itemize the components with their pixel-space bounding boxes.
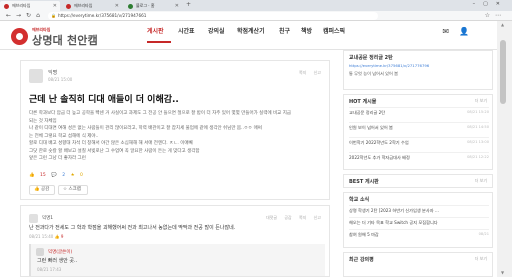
list-item[interactable]: 참여 원해 5 마감 08/21 bbox=[349, 229, 489, 239]
notice-link[interactable]: https://everytime.kr/375681/v/271776796 bbox=[349, 63, 489, 68]
lock-icon: 🔒 bbox=[51, 13, 56, 18]
comment-actions: 대댓글 공감 쪽지 신고 bbox=[266, 215, 321, 221]
favicon-icon bbox=[128, 4, 133, 9]
tab-label: 에브리타임 bbox=[12, 3, 31, 8]
scrap-button[interactable]: ☆ 스크랩 bbox=[58, 185, 88, 195]
post-body: 다른 학과보다 압금 더 높고 공학을 빡센 거 사실이고 과제도 그 전공 안… bbox=[29, 110, 329, 163]
more-link[interactable]: 더 보기 bbox=[475, 256, 487, 262]
school-news-box: 학교 소식 상명 학생기 2탄 [2023 하반기 신가입생 분사자 ... 해… bbox=[343, 192, 493, 248]
comment-like-button[interactable]: 공감 bbox=[284, 215, 291, 220]
favicon-icon bbox=[4, 4, 9, 9]
url-text: https://everytime.kr/375681/v/271947661 bbox=[58, 13, 147, 18]
browser-tab[interactable]: 에브리타임 ✕ bbox=[0, 1, 60, 11]
report-button[interactable]: 신고 bbox=[314, 70, 321, 75]
comment-text: 난 전과다가 전세도 그 학과 학점을 괴해했어써 전과 최고나서 농없는데 딱… bbox=[29, 225, 236, 231]
best-title[interactable]: BEST 게시판 bbox=[349, 178, 379, 185]
like-button[interactable]: 👍 공감 bbox=[29, 185, 55, 195]
comment-count: 💬 2 bbox=[51, 173, 66, 178]
hot-title: HOT 게시물 bbox=[349, 99, 377, 105]
url-field[interactable]: 🔒 https://everytime.kr/375681/v/27194766… bbox=[48, 12, 378, 20]
post-title: 근데 난 솔직히 디대 애들이 더 이해감.. bbox=[29, 95, 179, 105]
more-link[interactable]: 더 보기 bbox=[475, 98, 487, 104]
post-date: 08/21 15:00 bbox=[48, 77, 73, 82]
avatar bbox=[29, 214, 38, 223]
nav-campus-pick[interactable]: 캠퍼스픽 bbox=[323, 26, 345, 35]
close-tab-icon[interactable]: ✕ bbox=[53, 1, 57, 11]
list-item[interactable]: 2022학년도 추가 학자금대사 배정 08/21 12:22 bbox=[349, 152, 489, 162]
message-button[interactable]: 쪽지 bbox=[299, 70, 306, 75]
post-body-line: 나 같이 디대면 여해 성은 없는 사람들이 관리 많이요라고, 학력 배관이고… bbox=[29, 126, 262, 131]
address-bar-row: ←→↻⌂ 🔒 https://everytime.kr/375681/v/271… bbox=[0, 11, 512, 21]
school-name[interactable]: 상명대 천안캠 bbox=[32, 32, 98, 48]
close-tab-icon[interactable]: ✕ bbox=[115, 1, 119, 11]
post-author: 익명 bbox=[48, 70, 58, 76]
post-body-line: 는 전체 그렇요 학교 섭해에 식 제야.. bbox=[29, 133, 99, 139]
list-item[interactable]: 인원 보이 넘어서 있어 봄 08/21 14:50 bbox=[349, 122, 489, 132]
like-count: 👍 15 bbox=[29, 173, 46, 178]
list-item[interactable]: 이번학기 2022학년도 2학기 수업 08/21 13:00 bbox=[349, 137, 489, 147]
tab-label: 블로그 · 홈 bbox=[136, 3, 155, 8]
nav-friends[interactable]: 친구 bbox=[279, 26, 290, 35]
site-header: 에브리타임 상명대 천안캠 게시판 시간표 강의실 학점계산기 친구 책방 캠퍼… bbox=[0, 21, 497, 50]
comment-section: 익명1 대댓글 공감 쪽지 신고 난 전과다가 전세도 그 학과 학점을 괴해했… bbox=[20, 205, 330, 277]
list-item[interactable]: 해오는 더 기타 목표 학교 Switch 공지 모집합니다 bbox=[349, 217, 489, 227]
reply-date: 08/21 17:43 bbox=[37, 267, 62, 272]
reply-comment: 익명(글쓴이) 그런 빠러 생안 곳.. 08/21 17:43 bbox=[29, 244, 325, 276]
scrap-count: ★ 0 bbox=[70, 173, 83, 178]
recent-reviews-box: 최근 강의평 더 보기 bbox=[343, 252, 493, 277]
recent-reviews-title[interactable]: 최근 강의평 bbox=[349, 256, 374, 263]
nav-board[interactable]: 게시판 bbox=[147, 26, 164, 35]
notice-title[interactable]: 교내공문 정리글 2탄 bbox=[349, 54, 393, 61]
comment-author: 익명1 bbox=[42, 216, 54, 221]
scrollbar-thumb[interactable] bbox=[500, 40, 506, 104]
header-icons[interactable]: ✉👤 bbox=[442, 27, 479, 36]
window-controls[interactable]: –▢✕ bbox=[473, 1, 508, 7]
notice-text: 통 무엇 능이 넘어서 있어 봄 bbox=[349, 71, 399, 76]
active-nav-indicator bbox=[147, 41, 171, 43]
list-item[interactable]: 상명 학생기 2탄 [2023 하반기 신가입생 분사자 ... bbox=[349, 205, 489, 215]
post-card: 익명 08/21 15:00 쪽지 신고 근데 난 솔직히 디대 애들이 더 이… bbox=[20, 60, 330, 200]
more-link[interactable]: 더 보기 bbox=[475, 178, 487, 184]
favicon-icon bbox=[66, 4, 71, 9]
message-button[interactable]: 쪽지 bbox=[299, 215, 306, 220]
close-tab-icon[interactable]: ✕ bbox=[175, 1, 179, 11]
post-body-line: 앞은 그런 그냥 더 좋자라 그런 bbox=[29, 156, 86, 161]
reply-button[interactable]: 대댓글 bbox=[266, 215, 277, 220]
nav-timetable[interactable]: 시간표 bbox=[178, 26, 195, 35]
reply-author: 익명(글쓴이) bbox=[48, 250, 73, 255]
logo-icon[interactable] bbox=[11, 28, 28, 45]
nav-lecture[interactable]: 강의실 bbox=[208, 26, 225, 35]
post-stats: 👍 15 💬 2 ★ 0 bbox=[29, 173, 83, 178]
new-tab-icon[interactable]: + bbox=[186, 1, 191, 8]
post-body-line: 다른 학과보다 압금 더 높고 공학을 빡센 거 사실이고 과제도 그 전공 안… bbox=[29, 111, 292, 116]
navigation-icons[interactable]: ←→↻⌂ bbox=[6, 12, 45, 19]
scroll-down-icon[interactable]: ▼ bbox=[501, 270, 504, 275]
nav-grade-calc[interactable]: 학점계산기 bbox=[237, 26, 265, 35]
browser-tab[interactable]: 블로그 · 홈 ✕ bbox=[124, 1, 182, 11]
list-item[interactable]: 교내공문 정리글 2탄 08/21 15:20 bbox=[349, 107, 489, 117]
avatar bbox=[29, 69, 43, 83]
school-news-title: 학교 소식 bbox=[349, 197, 370, 203]
reply-text: 그런 빠러 생안 곳.. bbox=[37, 258, 78, 264]
post-body-line: 할로 디대 배고 성향대 차석 더 창해서 야간 않은 소심해해 해 서애 전엔… bbox=[29, 141, 193, 146]
report-button[interactable]: 신고 bbox=[314, 215, 321, 220]
hot-posts-box: HOT 게시물 더 보기 교내공문 정리글 2탄 08/21 15:20 인원 보… bbox=[343, 94, 493, 170]
browser-tab-bar: 에브리타임 ✕ 에브리타임 ✕ 블로그 · 홈 ✕ + –▢✕ bbox=[0, 0, 512, 11]
nav-bookstore[interactable]: 책방 bbox=[301, 26, 312, 35]
avatar bbox=[36, 248, 44, 256]
browser-tab[interactable]: 에브리타임 ✕ bbox=[62, 1, 122, 11]
browser-toolbar-icons[interactable]: ☆⋯ bbox=[485, 12, 506, 19]
tab-label: 에브리타임 bbox=[74, 3, 93, 8]
post-actions: 쪽지 신고 bbox=[299, 70, 321, 76]
post-body-line: 그닷 한로 숫칼 할 배보고 설칠 서빚로난 그 수업여 꼭 알요한 사람이 든… bbox=[29, 148, 200, 154]
comment-meta: 08/21 15:40 👍 9 bbox=[29, 234, 64, 239]
best-box: BEST 게시판 더 보기 bbox=[343, 174, 493, 188]
notice-box: 교내공문 정리글 2탄 https://everytime.kr/375681/… bbox=[343, 50, 493, 90]
right-sidebar: 교내공문 정리글 2탄 https://everytime.kr/375681/… bbox=[343, 50, 493, 277]
scroll-up-icon[interactable]: ▲ bbox=[501, 22, 504, 27]
post-body-line: 되는 것 자체임 bbox=[29, 118, 57, 124]
